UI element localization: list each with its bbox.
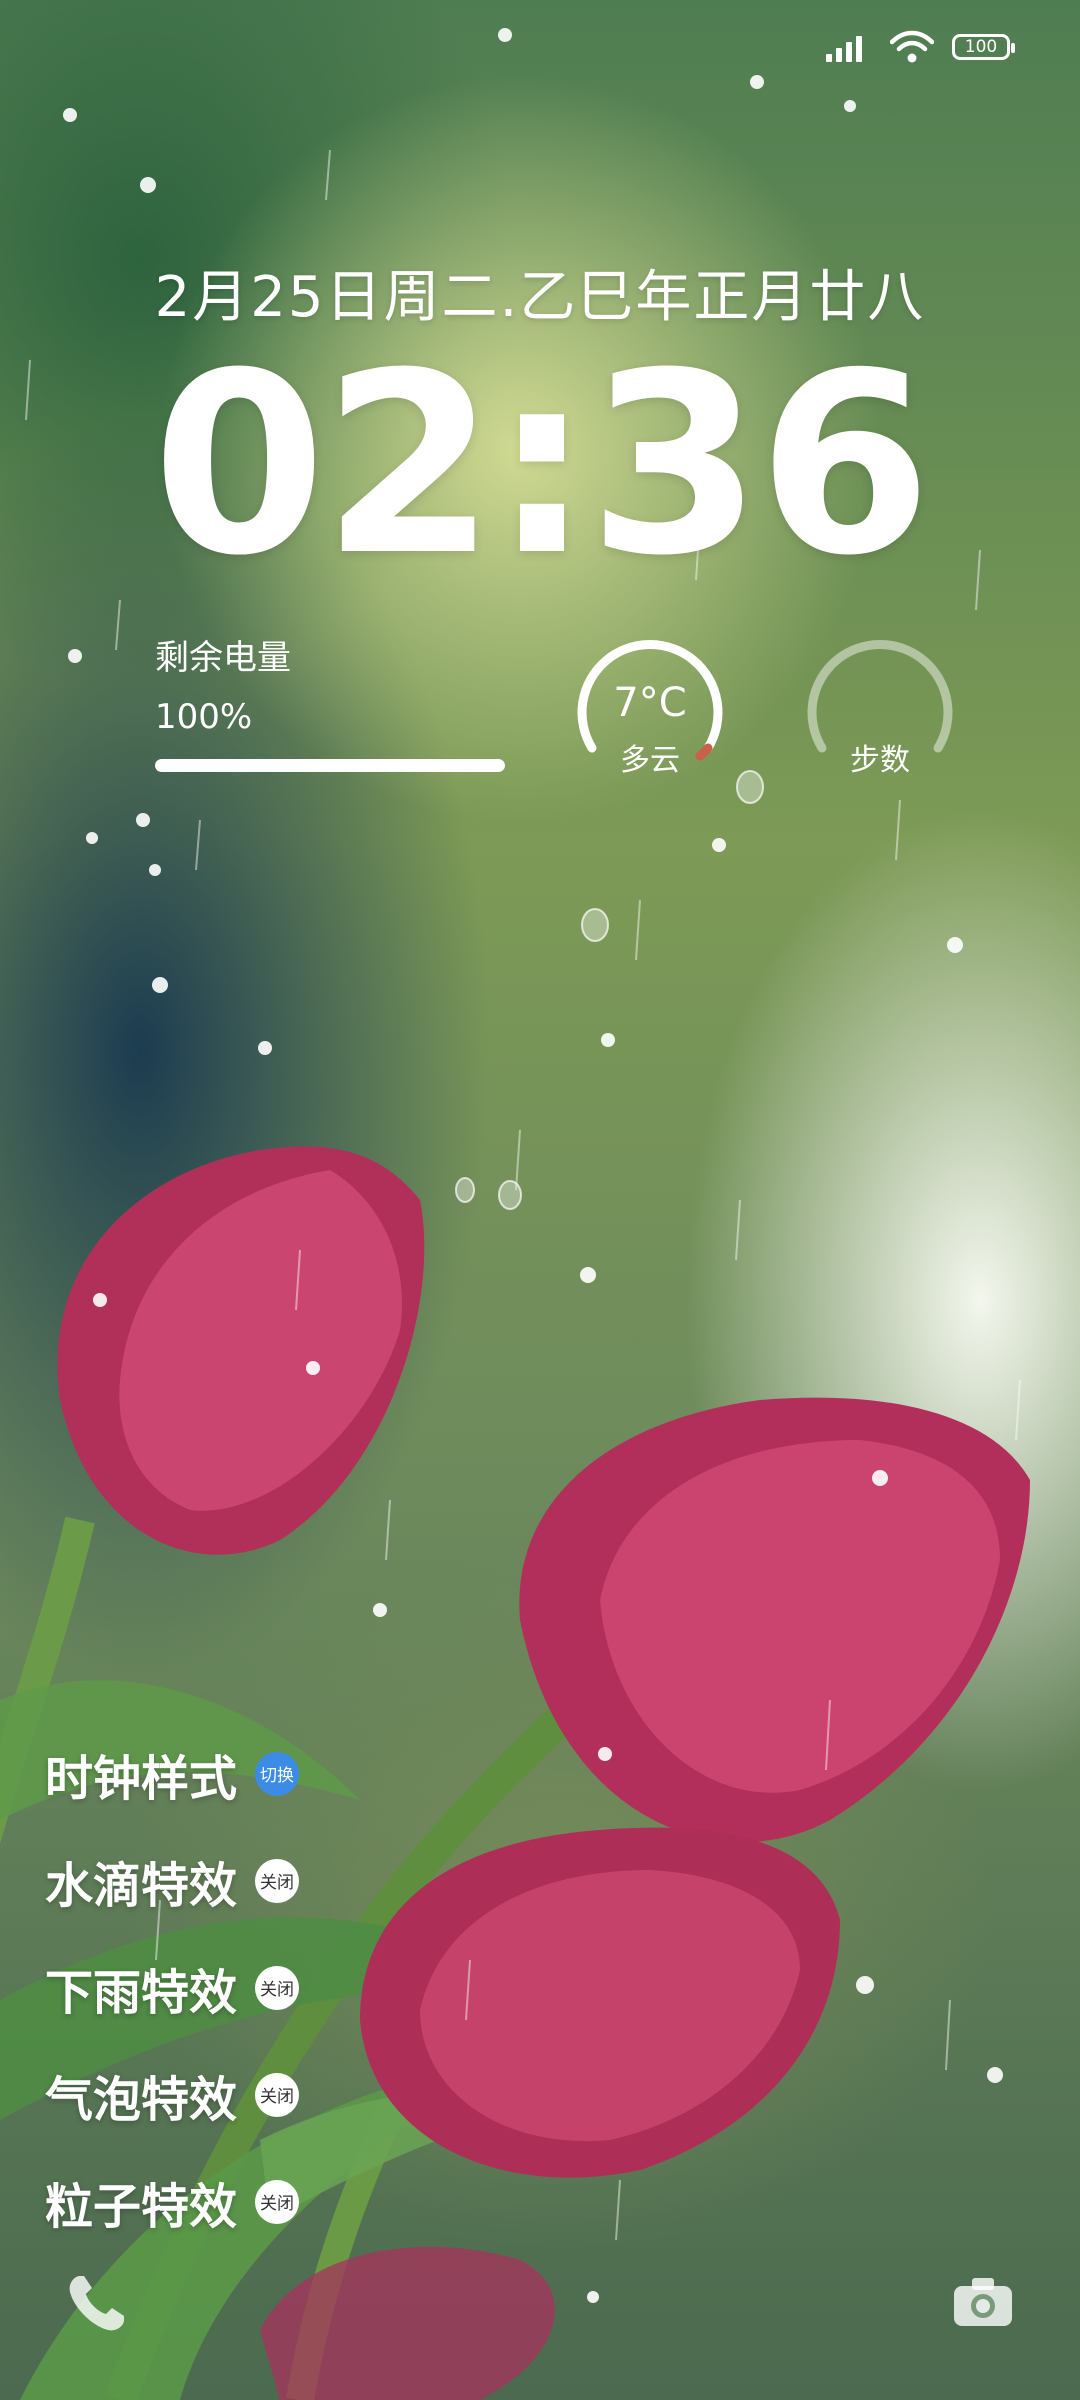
steps-label: 步数: [850, 743, 910, 778]
battery-level-bar: [155, 759, 505, 772]
battery-percent-text: 100: [964, 37, 998, 57]
battery-widget-value: 100%: [155, 697, 253, 737]
wifi-icon: [890, 30, 934, 63]
camera-icon[interactable]: [948, 2268, 1018, 2338]
effect-option-label: 时钟样式: [45, 1750, 238, 1807]
effect-toggle-badge[interactable]: 关闭: [255, 1965, 300, 2010]
effect-option-row[interactable]: 时钟样式 切换: [45, 1720, 300, 1827]
effect-switch-badge[interactable]: 切换: [255, 1751, 300, 1796]
effect-option-label: 粒子特效: [45, 2178, 238, 2235]
effect-toggle-badge[interactable]: 关闭: [255, 2072, 300, 2117]
lock-screen: 100 2月25日周二.乙巳年正月廿八 02:36 剩余电量 100% 7°C …: [0, 0, 1080, 2400]
effect-option-label: 水滴特效: [45, 1857, 238, 1914]
effect-toggle-badge[interactable]: 关闭: [255, 1858, 300, 1903]
effect-option-row[interactable]: 下雨特效 关闭: [45, 1934, 300, 2041]
effect-option-label: 气泡特效: [45, 2071, 238, 2128]
effect-option-row[interactable]: 粒子特效 关闭: [45, 2148, 300, 2255]
steps-widget[interactable]: 步数: [800, 630, 960, 790]
clock-time[interactable]: 02:36: [0, 335, 1080, 595]
effect-toggle-badge[interactable]: 关闭: [255, 2179, 300, 2224]
battery-widget: 剩余电量 100%: [155, 630, 515, 772]
status-bar: 100: [826, 30, 1015, 64]
battery-indicator: 100: [952, 34, 1015, 60]
battery-widget-label: 剩余电量: [155, 638, 291, 678]
weather-temperature: 7°C: [613, 680, 687, 726]
effect-option-row[interactable]: 气泡特效 关闭: [45, 2041, 300, 2148]
effect-option-label: 下雨特效: [45, 1964, 238, 2021]
weather-condition: 多云: [620, 743, 680, 778]
phone-icon[interactable]: [62, 2268, 132, 2338]
weather-widget[interactable]: 7°C 多云: [570, 630, 730, 790]
battery-level-fill: [155, 759, 505, 772]
effects-menu: 时钟样式 切换 水滴特效 关闭 下雨特效 关闭 气泡特效 关闭 粒子特效 关闭: [45, 1720, 300, 2255]
effect-option-row[interactable]: 水滴特效 关闭: [45, 1827, 300, 1934]
signal-bars-icon: [826, 36, 862, 62]
